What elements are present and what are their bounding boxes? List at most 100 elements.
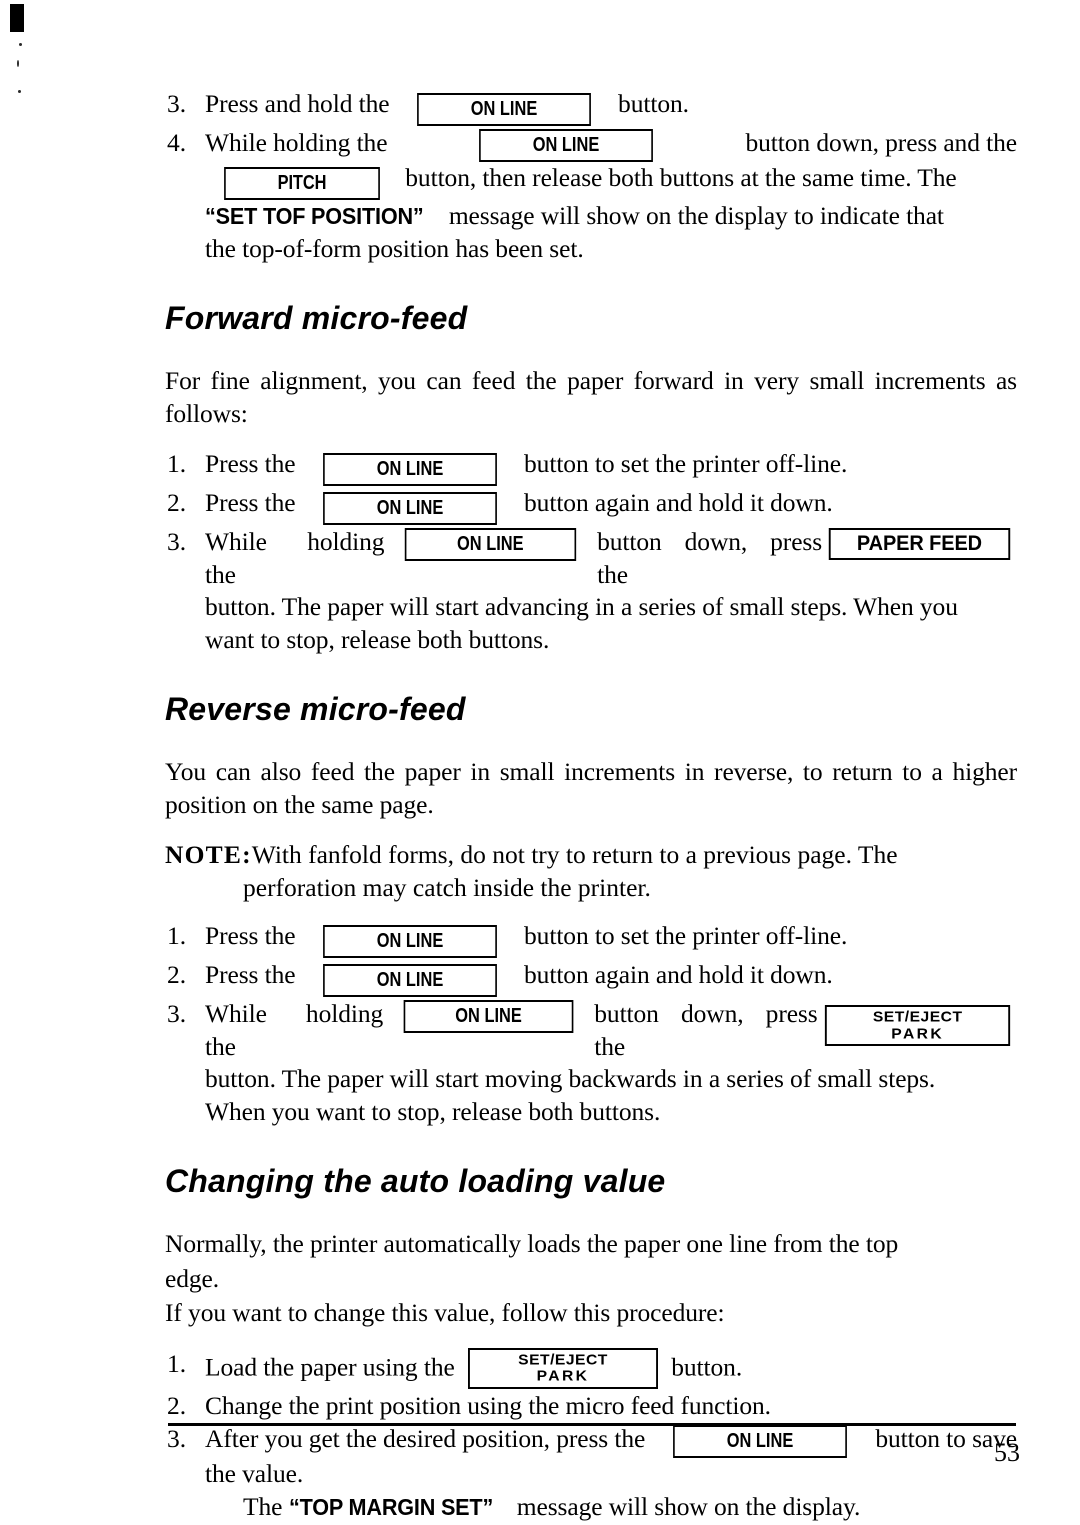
- step-text: button, then release both buttons at the…: [405, 163, 957, 192]
- scan-speck: [19, 43, 22, 46]
- section-intro-line3: If you want to change this value, follow…: [165, 1298, 725, 1327]
- list-item: 1. Load the paper using the SET/EJECT PAR…: [165, 1347, 1017, 1389]
- footer-divider: [168, 1423, 1016, 1426]
- page-content: 3. Press and hold the ON LINE button. 4.…: [165, 88, 1017, 1524]
- section-heading-changing-auto-loading-value: Changing the auto loading value: [165, 1163, 666, 1199]
- step-text: button to set the printer off-line.: [524, 449, 848, 478]
- on-line-button-chip[interactable]: ON LINE: [673, 1425, 848, 1458]
- list-item-text: Press the ON LINE button to set the prin…: [205, 448, 1017, 486]
- paper-feed-button-chip[interactable]: PAPER FEED: [828, 528, 1011, 560]
- list-item: 4. While holding the ON LINE button down…: [165, 127, 1017, 265]
- list-item: 1. Press the ON LINE button to set the p…: [165, 448, 1017, 486]
- list-number: 3.: [167, 527, 187, 556]
- on-line-button-chip[interactable]: ON LINE: [322, 453, 497, 486]
- on-line-button-chip[interactable]: ON LINE: [405, 528, 577, 561]
- list-number: 3.: [167, 1424, 187, 1453]
- park-label: PARK: [536, 1367, 590, 1385]
- list-item-text: Load the paper using the SET/EJECT PARK b…: [205, 1347, 1017, 1389]
- list-item: 3. While holding the ON LINE button down…: [165, 526, 1017, 656]
- step-text: button. The paper will start advancing i…: [205, 592, 958, 621]
- list-number: 2.: [167, 960, 187, 989]
- list-item: 2. Change the print position using the m…: [165, 1390, 1017, 1423]
- step-text: button.: [618, 89, 689, 118]
- step-text: Press the: [205, 960, 296, 989]
- step-text: While holding the: [205, 527, 385, 589]
- lcd-message-set-tof: “SET TOF POSITION”: [205, 203, 424, 229]
- reverse-step-list: 1. Press the ON LINE button to set the p…: [165, 920, 1017, 1128]
- on-line-button-chip[interactable]: ON LINE: [322, 964, 497, 997]
- step-text: button again and hold it down.: [524, 488, 833, 517]
- list-item: 2. Press the ON LINE button again and ho…: [165, 487, 1017, 525]
- auto-loading-step-list: 1. Load the paper using the SET/EJECT PAR…: [165, 1347, 1017, 1524]
- note-text: perforation may catch inside the printer…: [243, 872, 651, 902]
- list-item-text: While holding the ON LINE button down, p…: [205, 998, 1017, 1128]
- step-text: message will show on the display.: [516, 1491, 861, 1521]
- step-text: Press the: [205, 449, 296, 478]
- list-item-text: After you get the desired position, pres…: [205, 1423, 1017, 1523]
- list-item: 3. After you get the desired position, p…: [165, 1423, 1017, 1523]
- scanned-page: 3. Press and hold the ON LINE button. 4.…: [0, 0, 1080, 1525]
- list-number: 4.: [167, 128, 187, 157]
- step-text: While holding the: [205, 128, 388, 157]
- list-item-text: The “TOP MARGIN SET” message will show o…: [205, 1491, 1017, 1524]
- scan-speck: [18, 90, 21, 93]
- step-text: the value.: [205, 1459, 304, 1488]
- step-text: Change the print position using the micr…: [205, 1390, 771, 1420]
- list-item: 2. Press the ON LINE button again and ho…: [165, 959, 1017, 997]
- note-label: NOTE:: [165, 840, 252, 869]
- list-item-text: While holding the ON LINE button down, p…: [205, 526, 1017, 656]
- scan-edge-mark: [10, 4, 24, 32]
- step-text: button. The paper will start moving back…: [205, 1064, 936, 1093]
- step-text: button down, press the: [594, 999, 818, 1061]
- step-text: Press the: [205, 921, 296, 950]
- on-line-button-chip[interactable]: ON LINE: [322, 925, 497, 958]
- list-item-text: Press the ON LINE button again and hold …: [205, 487, 1017, 525]
- step-text: After you get the desired position, pres…: [205, 1424, 646, 1453]
- on-line-button-chip[interactable]: ON LINE: [403, 1000, 574, 1033]
- set-eject-label: SET/EJECT: [518, 1351, 608, 1368]
- step-text: While holding the: [205, 999, 384, 1061]
- section-intro-forward: For fine alignment, you can feed the pap…: [165, 366, 1017, 428]
- step-text: button again and hold it down.: [524, 960, 833, 989]
- park-label: PARK: [890, 1025, 944, 1042]
- on-line-button-chip[interactable]: ON LINE: [416, 93, 591, 126]
- forward-step-list: 1. Press the ON LINE button to set the p…: [165, 448, 1017, 656]
- page-number: 53: [994, 1438, 1020, 1467]
- step-text: button down, press and the: [745, 128, 1018, 157]
- list-number: 2.: [167, 1390, 187, 1420]
- step-text: button down, press the: [597, 527, 823, 589]
- list-item-text: Press and hold the ON LINE button.: [205, 88, 1017, 126]
- section-heading-forward-micro-feed: Forward micro-feed: [165, 300, 468, 336]
- list-number: 3.: [167, 89, 187, 118]
- pitch-button-chip[interactable]: PITCH: [224, 167, 380, 200]
- set-eject-park-button-chip[interactable]: SET/EJECT PARK: [467, 1347, 658, 1389]
- list-item-text: Press the ON LINE button again and hold …: [205, 959, 1017, 997]
- list-item: 3. While holding the ON LINE button down…: [165, 998, 1017, 1128]
- on-line-button-chip[interactable]: ON LINE: [322, 492, 497, 525]
- step-text: Press the: [205, 488, 296, 517]
- list-item: 1. Press the ON LINE button to set the p…: [165, 920, 1017, 958]
- list-number: 2.: [167, 488, 187, 517]
- on-line-button-chip[interactable]: ON LINE: [479, 129, 654, 162]
- list-item-text: While holding the ON LINE button down, p…: [205, 127, 1017, 265]
- note-block: NOTE:With fanfold forms, do not try to r…: [165, 839, 1017, 904]
- step-text: button to set the printer off-line.: [524, 921, 848, 950]
- list-item-text: Press the ON LINE button to set the prin…: [205, 920, 1017, 958]
- note-text: With fanfold forms, do not try to return…: [251, 840, 898, 869]
- list-item: 3. Press and hold the ON LINE button.: [165, 88, 1017, 126]
- step-text: message will show on the display to indi…: [448, 201, 944, 230]
- list-number: 1.: [167, 449, 187, 478]
- top-step-list: 3. Press and hold the ON LINE button. 4.…: [165, 88, 1017, 265]
- section-intro-line2: edge.: [165, 1263, 220, 1293]
- list-number: 1.: [167, 1348, 187, 1378]
- step-text: want to stop, release both buttons.: [205, 624, 550, 654]
- set-eject-park-button-chip[interactable]: SET/EJECT PARK: [824, 1005, 1011, 1046]
- step-text: The: [243, 1491, 283, 1521]
- set-eject-label: SET/EJECT: [872, 1008, 963, 1026]
- section-heading-reverse-micro-feed: Reverse micro-feed: [165, 691, 466, 727]
- lcd-message-top-margin-set: “TOP MARGIN SET”: [288, 1493, 493, 1520]
- step-text: Load the paper using the: [205, 1352, 455, 1381]
- step-text: When you want to stop, release both butt…: [205, 1096, 661, 1126]
- step-text: the top-of-form position has been set.: [205, 233, 584, 263]
- section-intro-reverse: You can also feed the paper in small inc…: [165, 757, 1017, 819]
